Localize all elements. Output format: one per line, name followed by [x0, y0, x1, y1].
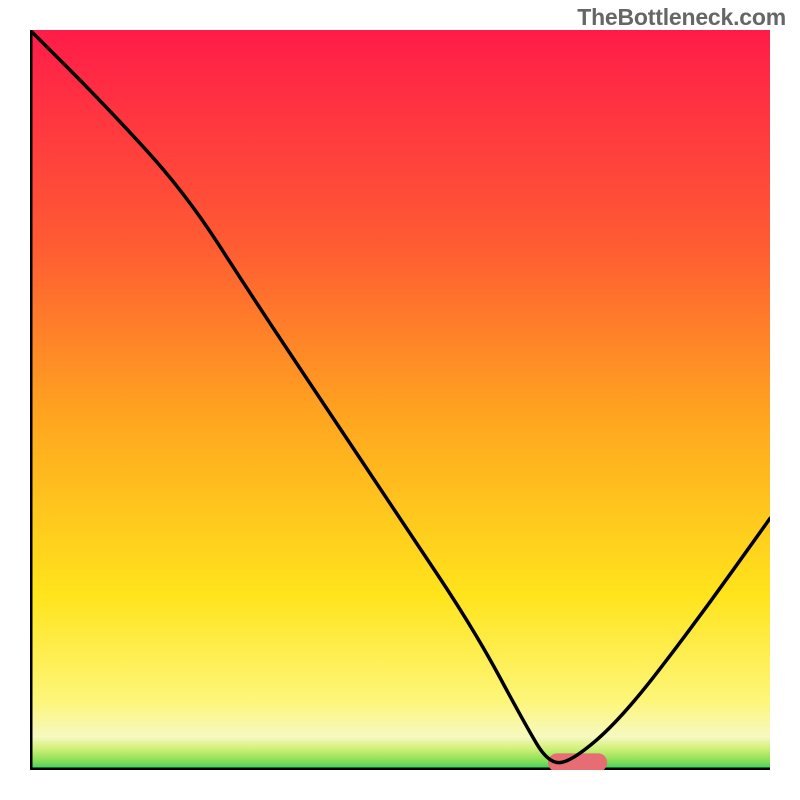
chart-container: TheBottleneck.com: [0, 0, 800, 800]
watermark-label: TheBottleneck.com: [577, 4, 786, 30]
plot-area: [30, 30, 770, 770]
gradient-green-band: [30, 737, 770, 770]
watermark-text: TheBottleneck.com: [577, 4, 786, 31]
bottleneck-chart: [30, 30, 770, 770]
gradient-upper: [30, 30, 770, 737]
